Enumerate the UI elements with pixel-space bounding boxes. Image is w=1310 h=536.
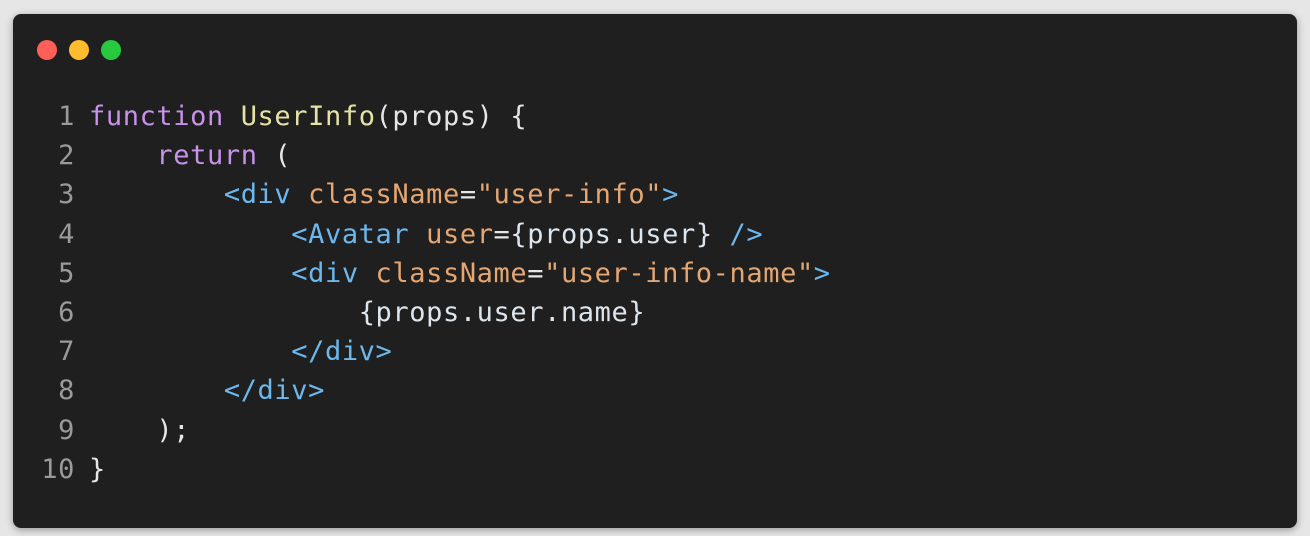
code-token: } [89, 453, 106, 485]
code-token: "user-info" [476, 179, 663, 211]
code-source: </div> [89, 332, 392, 371]
code-token: "user-info-name" [544, 257, 814, 289]
code-block: 1 function UserInfo(props) {2 return (3 <… [13, 97, 1297, 489]
code-token: return [156, 140, 258, 172]
code-line: 1 function UserInfo(props) { [13, 97, 1297, 136]
code-source: <div className="user-info-name"> [89, 254, 831, 293]
code-source: function UserInfo(props) { [89, 97, 527, 136]
line-number: 5 [58, 257, 75, 289]
code-line: 9 ); [13, 411, 1297, 450]
code-token: className [308, 179, 460, 211]
close-button[interactable] [37, 40, 57, 60]
code-token: (props) { [375, 101, 528, 132]
code-token: = [527, 257, 545, 289]
line-number: 10 [41, 453, 75, 485]
code-source: {props.user.name} [89, 293, 645, 332]
code-token: = [459, 179, 477, 211]
code-token: {props.user.name} [358, 296, 646, 328]
code-source: </div> [89, 371, 325, 410]
code-token: <Avatar [291, 218, 410, 250]
code-token: {props.user} [510, 218, 713, 250]
code-token: > [662, 179, 679, 211]
line-number: 7 [58, 336, 75, 368]
line-number: 8 [58, 375, 75, 407]
code-source: return ( [89, 136, 291, 175]
code-source: } [89, 450, 106, 489]
code-token: = [493, 218, 511, 250]
code-line: 7 </div> [13, 332, 1297, 371]
code-source: <Avatar user={props.user} /> [89, 215, 763, 254]
window-titlebar [13, 14, 1297, 74]
code-source: ); [89, 411, 190, 450]
line-number: 1 [58, 101, 75, 132]
code-line: 10} [13, 450, 1297, 489]
code-token: function [89, 101, 224, 132]
code-line: 2 return ( [13, 136, 1297, 175]
code-source: <div className="user-info"> [89, 175, 679, 214]
code-line: 8 </div> [13, 371, 1297, 410]
code-token: UserInfo [240, 101, 376, 132]
code-token: <div [223, 179, 292, 211]
line-number: 2 [58, 140, 75, 172]
code-token: ( [257, 140, 292, 172]
line-number: 6 [58, 296, 75, 328]
code-token: user [426, 218, 494, 250]
code-token: className [375, 257, 528, 289]
code-line: 4 <Avatar user={props.user} /> [13, 215, 1297, 254]
line-number: 3 [58, 179, 75, 211]
code-token: <div [291, 257, 359, 289]
minimize-button[interactable] [69, 40, 89, 60]
code-token: > [813, 257, 831, 289]
zoom-button[interactable] [101, 40, 121, 60]
code-window: 1 function UserInfo(props) {2 return (3 <… [13, 14, 1297, 528]
code-token: </div> [291, 336, 393, 368]
code-token: /> [729, 218, 764, 250]
code-line: 5 <div className="user-info-name"> [13, 254, 1297, 293]
line-number: 4 [58, 218, 75, 250]
line-number: 9 [58, 414, 75, 446]
code-token: </div> [223, 375, 325, 407]
code-token: ); [89, 414, 191, 446]
code-line: 3 <div className="user-info"> [13, 175, 1297, 214]
code-line: 6 {props.user.name} [13, 293, 1297, 332]
